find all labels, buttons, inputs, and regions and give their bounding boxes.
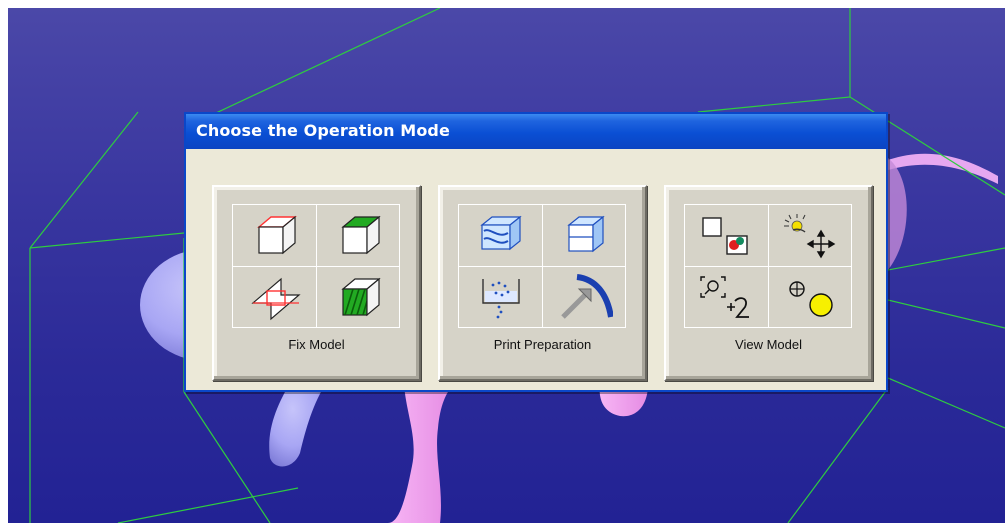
dialog-titlebar[interactable]: Choose the Operation Mode xyxy=(186,114,886,149)
dialog-title: Choose the Operation Mode xyxy=(196,121,450,140)
box-split-icon xyxy=(543,205,626,266)
operation-mode-dialog: Choose the Operation Mode Fix Model Prin… xyxy=(184,112,888,392)
fix-model-icon-grid xyxy=(232,204,400,328)
sphere-yellow-icon xyxy=(769,267,852,328)
fix-model-label: Fix Model xyxy=(288,337,345,352)
intersect-plane-icon xyxy=(233,267,316,328)
print-preparation-icon-grid xyxy=(458,204,626,328)
box-green-striped-icon xyxy=(317,267,400,328)
3d-viewport[interactable]: Choose the Operation Mode Fix Model Prin… xyxy=(8,8,1005,523)
fix-model-button[interactable]: Fix Model xyxy=(212,185,421,381)
print-preparation-label: Print Preparation xyxy=(493,337,592,352)
box-red-edge-icon xyxy=(233,205,316,266)
model-body-right xyxy=(888,158,907,270)
view-model-button[interactable]: View Model xyxy=(664,185,873,381)
slice-layers-icon xyxy=(459,205,542,266)
box-green-top-icon xyxy=(317,205,400,266)
print-preparation-button[interactable]: Print Preparation xyxy=(438,185,647,381)
powder-bed-icon xyxy=(459,267,542,328)
model-leg-front xyxy=(388,384,454,523)
light-move-icon xyxy=(769,205,852,266)
curve-arrow-icon xyxy=(543,267,626,328)
zoom-rotate-icon xyxy=(685,267,768,328)
view-model-icon-grid xyxy=(684,204,852,328)
view-model-label: View Model xyxy=(735,337,802,352)
select-box-icon xyxy=(685,205,768,266)
